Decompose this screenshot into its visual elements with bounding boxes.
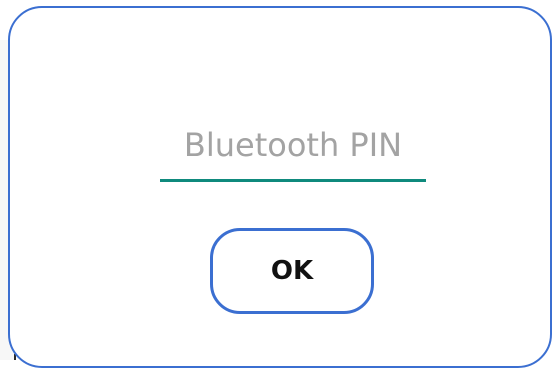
pin-field[interactable] <box>160 114 426 182</box>
pin-input-underline <box>160 179 426 182</box>
bluetooth-pin-dialog: OK <box>8 6 552 368</box>
bluetooth-pin-input[interactable] <box>160 114 426 176</box>
ok-button[interactable]: OK <box>210 228 374 314</box>
